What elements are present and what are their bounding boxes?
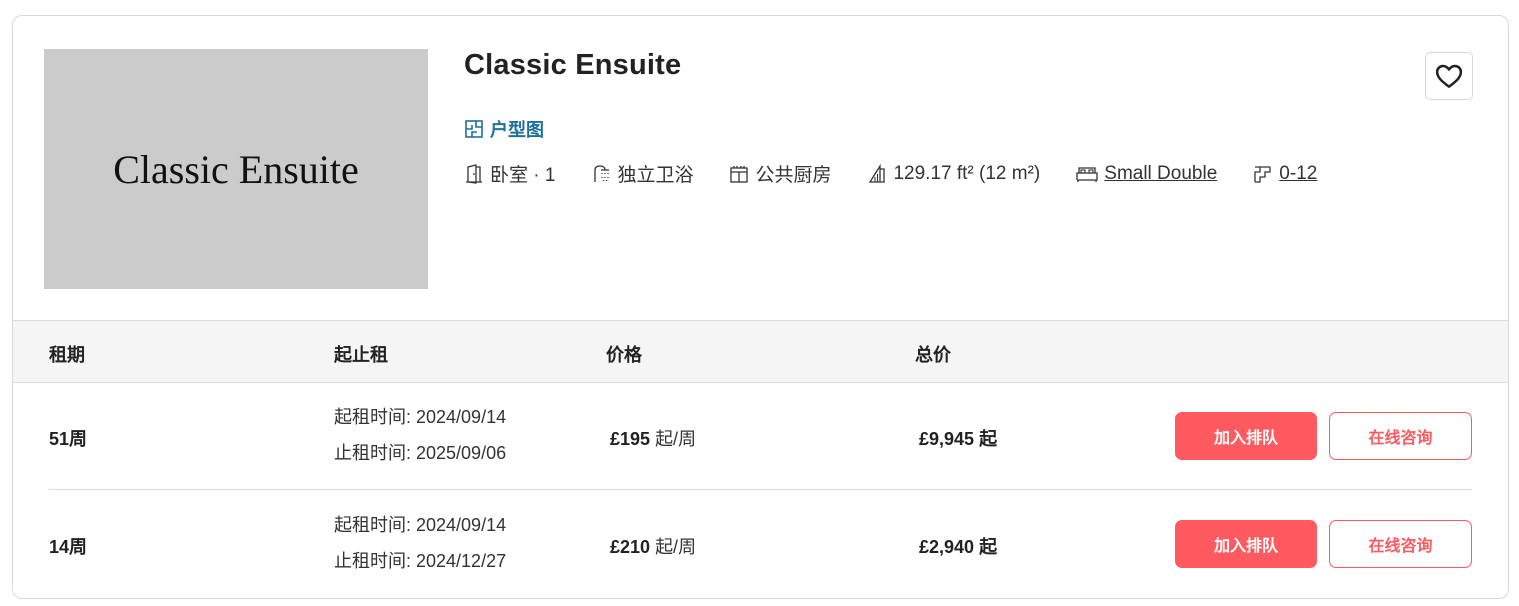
room-card: Classic Ensuite Classic Ensuite 户型图 卧室 ·… bbox=[12, 15, 1509, 599]
heart-icon bbox=[1435, 64, 1463, 88]
row-divider bbox=[49, 489, 1472, 490]
feature-bedroom: 卧室 · 1 bbox=[464, 160, 555, 187]
price-unit: 起/周 bbox=[655, 537, 697, 557]
floor-range-link[interactable]: 0-12 bbox=[1279, 163, 1317, 185]
join-queue-button[interactable]: 加入排队 bbox=[1175, 412, 1317, 460]
price-amount: £210 bbox=[610, 537, 651, 557]
feature-label: 卧室 · 1 bbox=[490, 165, 556, 186]
bed-type-link[interactable]: Small Double bbox=[1104, 163, 1217, 185]
feature-label: 129.17 ft² (12 m²) bbox=[893, 162, 1041, 184]
price: £210 起/周 bbox=[610, 533, 696, 559]
date-range: 起租时间: 2024/09/14 止租时间: 2025/09/06 bbox=[334, 399, 506, 471]
total-unit: 起 bbox=[979, 537, 998, 557]
room-image[interactable]: Classic Ensuite bbox=[44, 49, 428, 289]
feature-label: 公共厨房 bbox=[755, 165, 832, 186]
header-term: 租期 bbox=[49, 345, 85, 365]
online-consult-button[interactable]: 在线咨询 bbox=[1329, 520, 1472, 568]
total-unit: 起 bbox=[979, 429, 998, 449]
total-amount: £2,940 bbox=[919, 537, 975, 557]
header-dates: 起止租 bbox=[334, 345, 388, 365]
date-range: 起租时间: 2024/09/14 止租时间: 2024/12/27 bbox=[334, 507, 506, 579]
term-value: 51周 bbox=[49, 429, 88, 449]
feature-list: 卧室 · 1 独立卫浴 公共厨房 129.17 ft² (12 m²) Smal… bbox=[464, 160, 1353, 187]
feature-kitchen: 公共厨房 bbox=[729, 160, 831, 187]
start-date: 起租时间: 2024/09/14 bbox=[334, 407, 507, 427]
term-value: 14周 bbox=[49, 537, 88, 557]
start-date: 起租时间: 2024/09/14 bbox=[334, 515, 507, 535]
header-price: 价格 bbox=[606, 345, 642, 365]
price-amount: £195 bbox=[610, 429, 651, 449]
shower-icon bbox=[594, 164, 610, 182]
room-title: Classic Ensuite bbox=[464, 49, 682, 81]
kitchen-icon bbox=[730, 165, 749, 183]
price-unit: 起/周 bbox=[655, 429, 697, 449]
feature-bed[interactable]: Small Double bbox=[1076, 163, 1217, 185]
total-amount: £9,945 bbox=[919, 429, 975, 449]
floorplan-icon bbox=[465, 120, 483, 138]
feature-floor[interactable]: 0-12 bbox=[1253, 163, 1317, 185]
favorite-button[interactable] bbox=[1425, 52, 1473, 100]
header-total: 总价 bbox=[915, 345, 951, 365]
feature-area: 129.17 ft² (12 m²) bbox=[867, 163, 1040, 185]
price: £195 起/周 bbox=[610, 425, 696, 451]
floorplan-label: 户型图 bbox=[490, 120, 544, 140]
online-consult-button[interactable]: 在线咨询 bbox=[1329, 412, 1472, 460]
table-header: 租期 起止租 价格 总价 bbox=[13, 320, 1508, 383]
table-row: 14周 起租时间: 2024/09/14 止租时间: 2024/12/27 £2… bbox=[13, 491, 1508, 598]
feature-bathroom: 独立卫浴 bbox=[591, 160, 693, 187]
door-icon bbox=[466, 163, 482, 184]
feature-label: 独立卫浴 bbox=[617, 165, 694, 186]
floorplan-link[interactable]: 户型图 bbox=[464, 116, 544, 142]
end-date: 止租时间: 2025/09/06 bbox=[334, 443, 507, 463]
stairs-icon bbox=[1254, 165, 1271, 183]
total-price: £9,945 起 bbox=[919, 425, 997, 451]
area-icon bbox=[869, 163, 886, 183]
join-queue-button[interactable]: 加入排队 bbox=[1175, 520, 1317, 568]
bed-icon bbox=[1076, 166, 1098, 182]
room-image-text: Classic Ensuite bbox=[113, 146, 359, 192]
table-row: 51周 起租时间: 2024/09/14 止租时间: 2025/09/06 £1… bbox=[13, 383, 1508, 490]
end-date: 止租时间: 2024/12/27 bbox=[334, 551, 507, 571]
total-price: £2,940 起 bbox=[919, 533, 997, 559]
